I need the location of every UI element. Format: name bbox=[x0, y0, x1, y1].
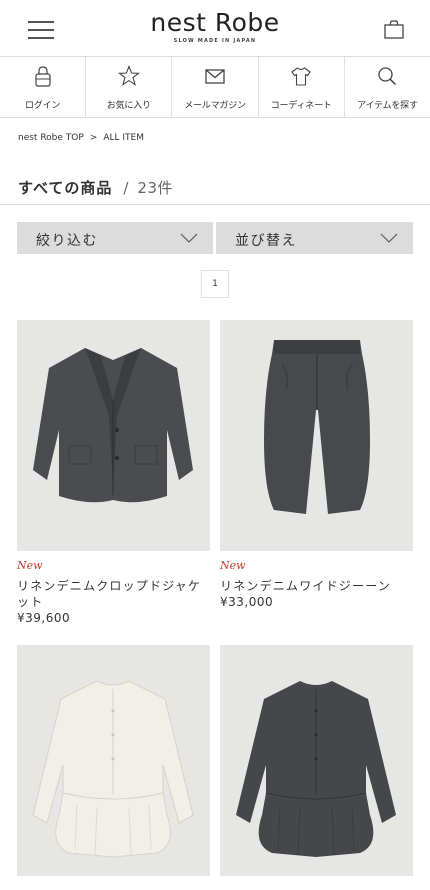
nav-newsletter[interactable]: メールマガジン bbox=[172, 57, 259, 117]
new-badge: New bbox=[17, 559, 43, 572]
nav-newsletter-label: メールマガジン bbox=[184, 101, 246, 111]
heading-divider bbox=[0, 204, 430, 205]
logo-text: nest Robe bbox=[150, 8, 280, 37]
icon-nav-bar: ログイン お気に入り メールマガジン コーディネート アイテムを探す bbox=[0, 56, 430, 118]
nav-coordinate-label: コーディネート bbox=[270, 101, 332, 111]
product-image-jacket[interactable] bbox=[17, 320, 210, 551]
mail-icon bbox=[205, 69, 225, 84]
product-card[interactable]: New リネンデニムクロップドジャケット ¥39,600 bbox=[17, 320, 210, 626]
product-price: ¥39,600 bbox=[17, 611, 71, 625]
pagination-page-1[interactable]: 1 bbox=[201, 270, 229, 298]
chevron-down-icon bbox=[180, 233, 198, 243]
site-logo[interactable]: nest Robe SLOW MADE IN JAPAN bbox=[0, 8, 430, 45]
chevron-down-icon bbox=[380, 233, 398, 243]
listing-heading: すべての商品 / 23件 bbox=[18, 177, 173, 198]
nav-coordinate[interactable]: コーディネート bbox=[259, 57, 345, 117]
title-separator: / bbox=[123, 179, 129, 197]
product-image-charcoal-blouse[interactable] bbox=[220, 645, 413, 876]
refine-label: 絞り込む bbox=[36, 233, 98, 249]
product-image-ivory-blouse[interactable] bbox=[17, 645, 210, 876]
nav-favorites[interactable]: お気に入り bbox=[86, 57, 173, 117]
product-image-pants[interactable] bbox=[220, 320, 413, 551]
nav-login-label: ログイン bbox=[25, 101, 61, 111]
item-count: 23件 bbox=[137, 179, 174, 197]
star-icon bbox=[117, 65, 140, 86]
sort-dropdown[interactable]: 並び替え bbox=[216, 222, 413, 254]
nav-search-items[interactable]: アイテムを探す bbox=[345, 57, 430, 117]
breadcrumb-home-link[interactable]: nest Robe TOP bbox=[18, 133, 84, 143]
site-header: nest Robe SLOW MADE IN JAPAN bbox=[0, 0, 430, 56]
nav-search-items-label: アイテムを探す bbox=[357, 101, 418, 111]
product-name[interactable]: リネンデニムクロップドジャケット bbox=[17, 578, 210, 610]
nav-login[interactable]: ログイン bbox=[0, 57, 87, 117]
new-badge: New bbox=[220, 559, 246, 572]
search-icon bbox=[378, 67, 397, 86]
product-card[interactable] bbox=[17, 645, 210, 876]
page-title: すべての商品 bbox=[18, 179, 113, 197]
sort-label: 並び替え bbox=[235, 233, 297, 249]
logo-tagline: SLOW MADE IN JAPAN bbox=[173, 38, 257, 44]
refine-dropdown[interactable]: 絞り込む bbox=[17, 222, 213, 254]
nav-favorites-label: お気に入り bbox=[106, 101, 151, 111]
breadcrumb: nest Robe TOP > ALL ITEM bbox=[18, 133, 150, 143]
shopping-bag-icon[interactable] bbox=[384, 20, 404, 39]
breadcrumb-separator: > bbox=[89, 133, 98, 143]
shirt-icon bbox=[291, 67, 311, 86]
product-card[interactable]: New リネンデニムワイドジーーン ¥33,000 bbox=[220, 320, 413, 610]
product-card[interactable] bbox=[220, 645, 413, 876]
lock-icon bbox=[34, 66, 51, 87]
breadcrumb-current: ALL ITEM bbox=[103, 133, 144, 143]
product-price: ¥33,000 bbox=[220, 595, 274, 609]
product-name[interactable]: リネンデニムワイドジーーン bbox=[220, 578, 413, 594]
